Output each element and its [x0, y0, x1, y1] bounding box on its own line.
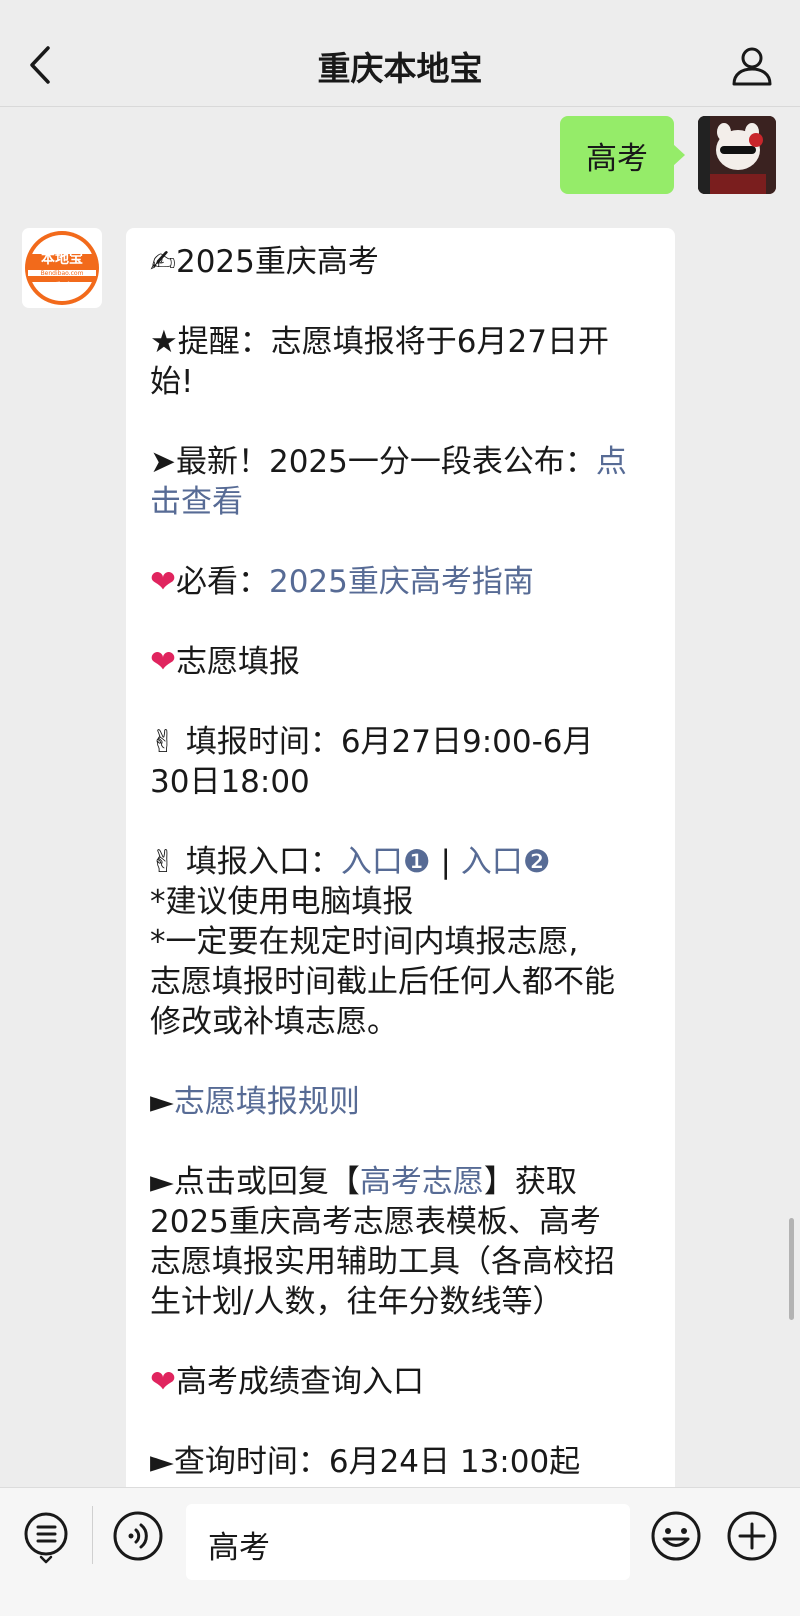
- latest-label: ➤最新！2025一分一段表公布：: [150, 444, 596, 480]
- chat-title: 重庆本地宝: [317, 49, 483, 88]
- note-line: 修改或补填志愿。: [150, 1004, 398, 1040]
- reply-prompt-suffix: 】获取: [483, 1164, 577, 1200]
- reminder-line-cont: 始!: [150, 364, 194, 400]
- scrollbar[interactable]: [789, 1218, 794, 1320]
- message-input[interactable]: 高考: [186, 1504, 630, 1580]
- bot-avatar-site: Bendibao.com: [40, 270, 84, 277]
- bot-avatar[interactable]: 本地宝 Bendibao.com 重庆: [22, 228, 102, 308]
- bot-avatar-brand: 本地宝: [41, 251, 83, 267]
- heart-icon: ❤: [150, 644, 176, 680]
- keyword-link[interactable]: 高考志愿: [360, 1164, 484, 1200]
- bullet-marker: ►: [150, 1084, 174, 1120]
- incoming-message-bubble[interactable]: ✍2025重庆高考 ★提醒：志愿填报将于6月27日开 始! ➤最新！2025一分…: [126, 228, 675, 1528]
- view-link-part1[interactable]: 点: [596, 444, 627, 480]
- plus-icon[interactable]: [726, 1510, 778, 1562]
- reminder-line: ★提醒：志愿填报将于6月27日开: [150, 324, 609, 360]
- heart-icon: ❤: [150, 1364, 176, 1400]
- victory-hand-icon: ✌: [150, 724, 176, 760]
- outgoing-message-text: 高考: [586, 140, 648, 177]
- profile-icon[interactable]: [730, 44, 774, 88]
- note-line: 志愿填报时间截止后任何人都不能: [150, 964, 615, 1000]
- fill-time-text: 填报时间：6月27日9:00-6月: [175, 724, 594, 760]
- divider: [92, 1506, 93, 1564]
- heart-icon: ❤: [150, 564, 176, 600]
- entry-separator: |: [430, 844, 461, 880]
- must-see-label: 必看：: [175, 564, 269, 600]
- voice-icon[interactable]: [112, 1510, 164, 1562]
- query-time-line: ►查询时间：6月24日 13:00起: [150, 1444, 581, 1480]
- guide-link[interactable]: 2025重庆高考指南: [269, 564, 534, 600]
- chat-header: 重庆本地宝: [0, 0, 800, 107]
- reply-prompt: ►点击或回复【: [150, 1164, 360, 1200]
- volunteer-fill-heading: 志愿填报: [175, 644, 300, 680]
- emoji-icon[interactable]: [650, 1510, 702, 1562]
- fill-time-cont: 30日18:00: [150, 764, 310, 800]
- description-line: 2025重庆高考志愿表模板、高考: [150, 1204, 601, 1240]
- rules-link[interactable]: 志愿填报规则: [174, 1084, 360, 1120]
- writing-hand-icon: ✍: [150, 244, 176, 280]
- my-avatar[interactable]: [698, 116, 776, 194]
- message-input-value: 高考: [208, 1530, 270, 1566]
- view-link-part2[interactable]: 击查看: [150, 482, 657, 522]
- score-query-heading: 高考成绩查询入口: [175, 1364, 424, 1400]
- victory-hand-icon: ✌: [150, 844, 176, 880]
- message-heading: 2025重庆高考: [175, 244, 379, 280]
- bot-avatar-city: 重庆: [48, 282, 75, 297]
- entry-link-2[interactable]: 入口❷: [461, 844, 551, 880]
- input-bar: 高考: [0, 1487, 800, 1616]
- description-line: 志愿填报实用辅助工具（各高校招: [150, 1244, 615, 1280]
- menu-icon[interactable]: [22, 1510, 70, 1566]
- entry-link-1[interactable]: 入口❶: [341, 844, 431, 880]
- outgoing-message-bubble[interactable]: 高考: [560, 116, 685, 194]
- entry-label: 填报入口：: [175, 844, 341, 880]
- description-line: 生计划/人数，往年分数线等）: [150, 1284, 564, 1320]
- note-line: *一定要在规定时间内填报志愿,: [150, 924, 579, 960]
- message-body: ✍2025重庆高考 ★提醒：志愿填报将于6月27日开 始! ➤最新！2025一分…: [126, 228, 675, 1482]
- note-line: *建议使用电脑填报: [150, 884, 414, 920]
